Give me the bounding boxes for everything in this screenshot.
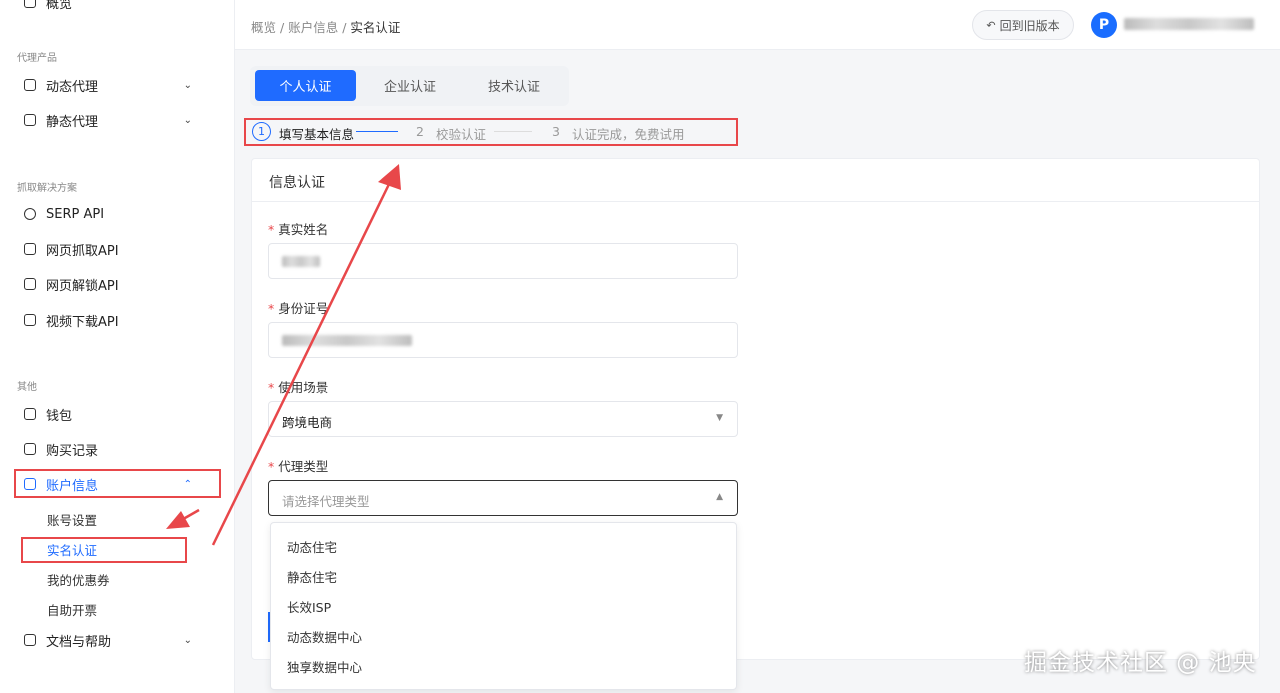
watermark: 掘金技术社区 @ 池央 xyxy=(1024,650,1257,676)
annotation-arrowhead xyxy=(166,511,190,529)
annotation-arrows xyxy=(166,164,401,546)
annotation-arrow-line xyxy=(211,177,394,546)
annotation-arrowhead xyxy=(378,164,401,190)
